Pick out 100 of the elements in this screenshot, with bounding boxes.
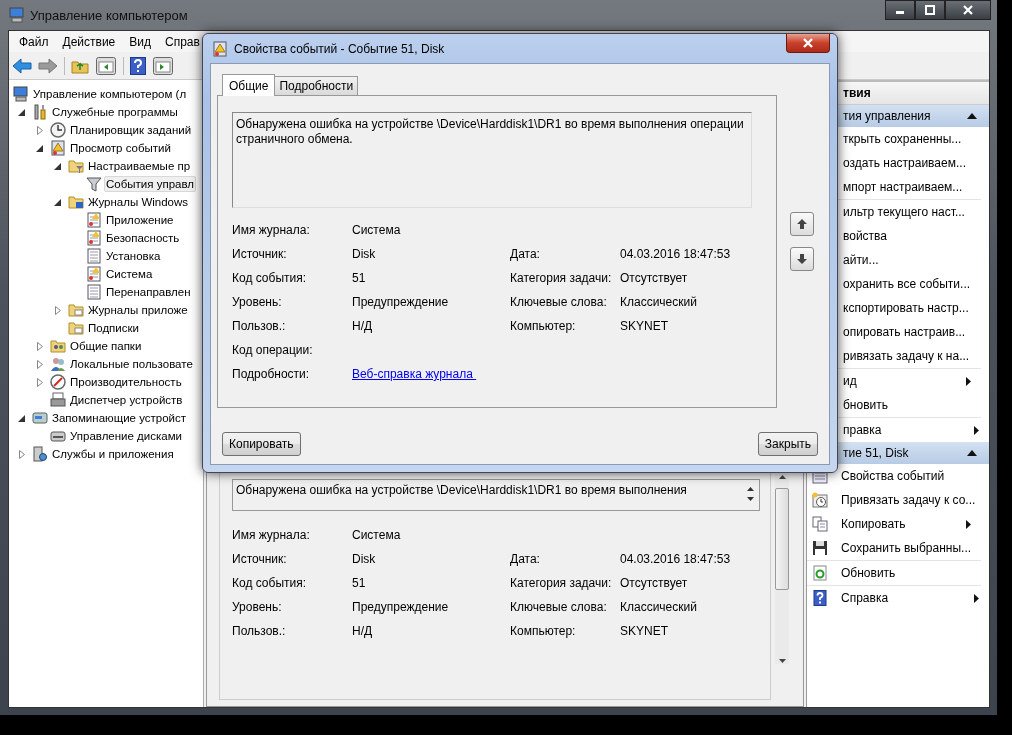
field-value: Предупреждение: [352, 295, 450, 309]
tree-item[interactable]: Установка: [104, 248, 163, 264]
tree-item[interactable]: Журналы приложе: [86, 302, 190, 318]
action-item[interactable]: бновить: [843, 398, 888, 412]
copy-icon[interactable]: [812, 516, 828, 532]
field-label: Категория задачи:: [510, 576, 613, 590]
tree-item[interactable]: Настраиваемые пр: [86, 158, 193, 174]
clock-icon[interactable]: [812, 492, 828, 508]
tree-item[interactable]: Запоминающие устройст: [50, 410, 188, 426]
action-item[interactable]: правка: [843, 423, 882, 437]
menu-item[interactable]: Действие: [55, 32, 123, 51]
field-label: Уровень:: [232, 295, 283, 309]
action-item[interactable]: Свойства событий: [841, 469, 945, 483]
tree-item[interactable]: Локальные пользовате: [68, 356, 195, 372]
tree-item[interactable]: Управление компьютером (л: [31, 86, 189, 102]
action-item[interactable]: оздать настраиваем...: [843, 156, 966, 170]
scrollbar[interactable]: [775, 474, 789, 664]
gauge-icon: [50, 374, 66, 390]
log-warning-icon: [50, 140, 66, 156]
tree-item[interactable]: Подписки: [86, 320, 141, 336]
action-item[interactable]: ид: [843, 374, 857, 388]
maximize-icon: [925, 5, 935, 15]
collapse-arrow-icon[interactable]: [18, 413, 26, 423]
refresh-icon[interactable]: [812, 565, 828, 581]
help-icon[interactable]: [130, 56, 146, 75]
panel-icon[interactable]: [152, 55, 174, 76]
action-item[interactable]: ильтр текущего наст...: [843, 205, 965, 219]
tree-item[interactable]: Перенаправлен: [104, 284, 193, 300]
next-button[interactable]: [790, 247, 814, 271]
minimize-button[interactable]: [885, 0, 915, 20]
tree-item[interactable]: Приложение: [104, 212, 176, 228]
close-button[interactable]: [786, 34, 830, 53]
close-icon: [802, 38, 814, 48]
field-value: Предупреждение: [352, 600, 450, 614]
close-button[interactable]: [945, 0, 991, 20]
collapse-arrow-icon[interactable]: [967, 113, 977, 119]
expand-arrow-icon[interactable]: [54, 305, 62, 315]
field-value: Disk: [352, 552, 377, 566]
field-label: Имя журнала:: [232, 528, 311, 542]
action-item[interactable]: айти...: [843, 253, 879, 267]
field-value: Отсутствует: [620, 271, 688, 285]
forward-arrow-icon[interactable]: [38, 57, 58, 74]
action-item[interactable]: ривязать задачу к на...: [843, 349, 970, 363]
field-value: 04.03.2016 18:47:53: [620, 552, 731, 566]
action-item[interactable]: Сохранить выбранны...: [841, 541, 972, 555]
expand-arrow-icon[interactable]: [36, 341, 44, 351]
floppy-icon[interactable]: [812, 540, 828, 556]
dialog-button[interactable]: Закрыть: [757, 432, 818, 456]
help-icon[interactable]: [812, 590, 828, 606]
tree-item[interactable]: Служебные программы: [50, 104, 180, 120]
tree-item[interactable]: Общие папки: [68, 338, 144, 354]
collapse-arrow-icon[interactable]: [967, 450, 977, 456]
menu-item[interactable]: Файл: [12, 32, 56, 51]
field-label: Пользов.:: [232, 624, 287, 638]
scroll-down-icon[interactable]: [777, 658, 787, 664]
field-value: Классический: [620, 295, 697, 309]
action-item[interactable]: Обновить: [841, 566, 896, 580]
folder-icon: [68, 302, 84, 318]
expand-arrow-icon[interactable]: [36, 377, 44, 387]
help-link[interactable]: Веб-справка журнала: [352, 367, 477, 381]
tree-item[interactable]: Управление дисками: [68, 428, 185, 444]
field-label: Ключевые слова:: [510, 600, 608, 614]
action-item[interactable]: мпорт настраиваем...: [843, 180, 963, 194]
tree-item[interactable]: Система: [104, 266, 155, 282]
tree-item[interactable]: Просмотр событий: [68, 140, 173, 156]
field-value: 51: [352, 576, 367, 590]
tree-item[interactable]: Планировщик заданий: [68, 122, 194, 138]
tree-item[interactable]: Журналы Windows: [86, 194, 191, 210]
section-title: тия управления: [843, 109, 931, 123]
tab[interactable]: Подробности: [274, 76, 359, 95]
action-item[interactable]: охранить все событи...: [843, 277, 971, 291]
panel-icon[interactable]: [95, 55, 117, 76]
message-field: Обнаружена ошибка на устройстве \Device\Harddisk1\DR1 во время выполнения операции страничного обмена.: [232, 112, 752, 208]
expand-arrow-icon[interactable]: [36, 125, 44, 135]
tree-item[interactable]: Безопасность: [104, 230, 182, 246]
back-arrow-icon[interactable]: [12, 57, 32, 74]
field-value: Классический: [620, 600, 697, 614]
dialog-button[interactable]: Копировать: [222, 432, 301, 456]
maximize-button[interactable]: [915, 0, 945, 20]
action-item[interactable]: Справка: [841, 591, 889, 605]
expand-arrow-icon[interactable]: [36, 359, 44, 369]
tree-item[interactable]: Диспетчер устройств: [68, 392, 185, 408]
action-item[interactable]: войства: [843, 229, 888, 243]
tree-item[interactable]: Производительность: [68, 374, 184, 390]
action-item[interactable]: опировать настраив...: [843, 325, 966, 339]
collapse-arrow-icon[interactable]: [36, 143, 44, 153]
collapse-arrow-icon[interactable]: [54, 197, 62, 207]
menu-item[interactable]: Вид: [122, 32, 158, 51]
field-value: SKYNET: [620, 319, 668, 333]
tab[interactable]: Общие: [222, 74, 276, 96]
expand-arrow-icon[interactable]: [18, 449, 26, 459]
action-item[interactable]: Копировать: [841, 517, 906, 531]
action-item[interactable]: ткрыть сохраненны...: [843, 132, 962, 146]
action-item[interactable]: кспортировать настр...: [843, 301, 969, 315]
action-item[interactable]: Привязать задачу к со...: [841, 493, 976, 507]
collapse-arrow-icon[interactable]: [54, 161, 62, 171]
previous-button[interactable]: [790, 212, 814, 236]
tree-item[interactable]: Службы и приложения: [50, 446, 176, 462]
collapse-arrow-icon[interactable]: [18, 107, 26, 117]
tree-item[interactable]: События управл: [104, 176, 196, 192]
